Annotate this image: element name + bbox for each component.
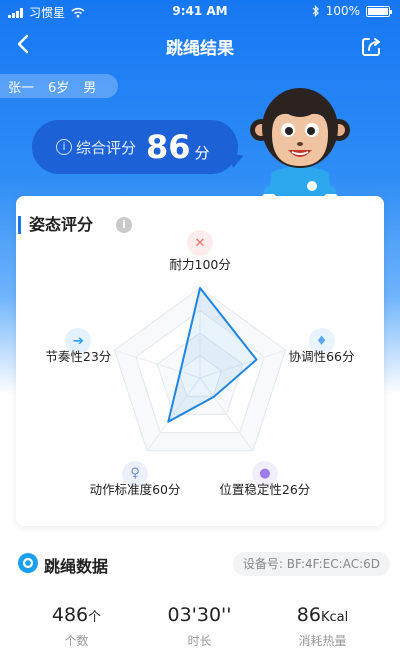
metric-duration: 03'30'' 时长 [133, 604, 266, 649]
metric-label: 消耗热量 [298, 634, 347, 648]
user-gender: 男 [83, 80, 97, 96]
device-id: BF:4F:EC:AC:6D [286, 557, 380, 571]
bluetooth-icon [312, 5, 319, 17]
score-value: 86 [146, 128, 191, 166]
user-info-tag: 张一 6岁 男 [0, 74, 118, 98]
device-label: 设备号: [242, 557, 283, 571]
score-unit: 分 [194, 143, 210, 162]
metric-value: 486 [51, 604, 89, 626]
radar-label: 动作标准度60分 [89, 481, 181, 497]
metric-value: 03'30'' [167, 604, 232, 626]
ring-icon [22, 557, 34, 569]
metric-count: 486个 个数 [10, 604, 143, 649]
battery-percent: 100% [325, 4, 360, 18]
page-title: 跳绳结果 [166, 39, 234, 59]
radar-label: 节奏性23分 [45, 349, 112, 365]
metric-calories: 86Kcal 消耗热量 [256, 604, 389, 649]
radar-label: 耐力100分 [169, 257, 231, 272]
radar-label: 位置稳定性26分 [219, 481, 311, 497]
device-id-badge: 设备号: BF:4F:EC:AC:6D [232, 552, 390, 576]
radar-label: 协调性66分 [288, 349, 355, 365]
metric-label: 时长 [187, 634, 212, 648]
monkey-mascot-icon [250, 88, 350, 206]
metric-label: 个数 [64, 634, 89, 648]
metric-unit: 个 [88, 610, 102, 625]
overall-score-bubble: i 综合评分 86 分 [32, 120, 238, 174]
metric-unit: Kcal [320, 610, 349, 625]
endurance-icon: ✕ [187, 230, 213, 256]
rope-data-icon [18, 553, 38, 573]
status-bar: 习惯星 9:41 AM 100% [0, 0, 400, 22]
rope-data-title: 跳绳数据 [44, 557, 109, 576]
battery-icon [366, 5, 392, 17]
score-label: 综合评分 [76, 138, 137, 157]
user-name: 张一 [8, 80, 35, 96]
user-age: 6岁 [48, 80, 70, 96]
share-icon[interactable] [360, 36, 382, 58]
metric-value: 86 [296, 604, 321, 626]
info-icon[interactable]: i [56, 139, 72, 155]
